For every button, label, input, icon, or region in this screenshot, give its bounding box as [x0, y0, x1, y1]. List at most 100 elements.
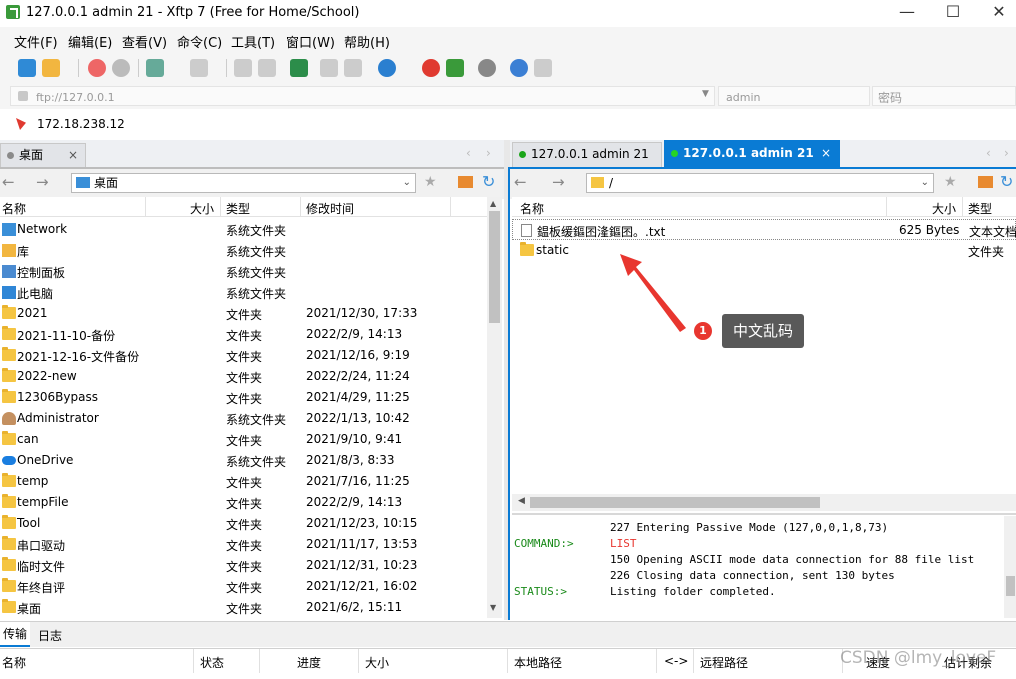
menu-tools[interactable]: 工具(T): [231, 32, 275, 51]
list-item[interactable]: 12306Bypass 文件夹 2021/4/29, 11:25: [0, 387, 486, 408]
host-input[interactable]: [10, 86, 715, 106]
right-hscrollbar[interactable]: ◀: [512, 494, 1016, 511]
properties-icon[interactable]: [146, 59, 164, 77]
maximize-button[interactable]: ☐: [930, 0, 976, 26]
menu-window[interactable]: 窗口(W): [286, 32, 335, 51]
left-path-input[interactable]: 桌面 ⌄: [71, 173, 416, 193]
tab-desktop[interactable]: 桌面 ×: [0, 143, 86, 168]
scroll-left-icon[interactable]: ◀: [518, 496, 525, 506]
list-item[interactable]: can 文件夹 2021/9/10, 9:41: [0, 429, 486, 450]
help-icon[interactable]: [510, 59, 528, 77]
list-item[interactable]: temp 文件夹 2021/7/16, 11:25: [0, 471, 486, 492]
list-item[interactable]: 2021-11-10-备份 文件夹 2022/2/9, 14:13: [0, 324, 486, 345]
col-name[interactable]: 名称: [520, 200, 544, 217]
star-icon[interactable]: ★: [944, 174, 957, 190]
tab-next-icon[interactable]: ›: [486, 146, 491, 160]
home-folder-icon[interactable]: [458, 176, 473, 188]
back-arrow-icon[interactable]: ←: [2, 173, 15, 191]
col-local-path[interactable]: 本地路径: [514, 654, 562, 671]
list-item[interactable]: 此电脑 系统文件夹: [0, 282, 486, 303]
tab-next-icon[interactable]: ›: [1004, 146, 1009, 160]
list-item[interactable]: Network 系统文件夹: [0, 219, 486, 240]
close-button[interactable]: ✕: [976, 0, 1016, 26]
list-item[interactable]: 桌面 文件夹 2021/6/2, 15:11: [0, 597, 486, 618]
list-item[interactable]: OneDrive 系统文件夹 2021/8/3, 8:33: [0, 450, 486, 471]
forward-arrow-icon[interactable]: →: [36, 173, 49, 191]
tab-remote-1[interactable]: 127.0.0.1 admin 21: [512, 142, 662, 167]
menu-help[interactable]: 帮助(H): [344, 32, 390, 51]
log-splitter[interactable]: [512, 513, 1016, 515]
log-scrollbar[interactable]: [1004, 516, 1016, 618]
list-item[interactable]: 控制面板 系统文件夹: [0, 261, 486, 282]
copy-icon[interactable]: [320, 59, 338, 77]
col-size[interactable]: 大小: [365, 654, 389, 671]
list-item[interactable]: static 文件夹: [512, 240, 1016, 261]
sync-icon[interactable]: [290, 59, 308, 77]
disconnect-icon[interactable]: [88, 59, 106, 77]
col-modified[interactable]: 修改时间: [306, 200, 354, 217]
col-type[interactable]: 类型: [226, 200, 250, 217]
scroll-thumb[interactable]: [1006, 576, 1015, 596]
chat-icon[interactable]: [534, 59, 552, 77]
list-item[interactable]: 年终自评 文件夹 2021/12/21, 16:02: [0, 576, 486, 597]
scroll-down-icon[interactable]: ▼: [490, 603, 496, 612]
paste-icon[interactable]: [344, 59, 362, 77]
gear-icon[interactable]: [478, 59, 496, 77]
view-icon[interactable]: [190, 59, 208, 77]
col-type[interactable]: 类型: [968, 200, 992, 217]
xshell-icon[interactable]: [446, 59, 464, 77]
close-tab-icon[interactable]: ×: [68, 144, 78, 167]
globe-icon[interactable]: [378, 59, 396, 77]
col-name[interactable]: 名称: [2, 200, 26, 217]
col-size[interactable]: 大小: [932, 200, 956, 217]
document-icon[interactable]: [258, 59, 276, 77]
open-folder-icon[interactable]: [42, 59, 60, 77]
col-size[interactable]: 大小: [190, 200, 214, 217]
refresh-icon[interactable]: ↻: [482, 172, 495, 191]
tab-prev-icon[interactable]: ‹: [466, 146, 471, 160]
scroll-thumb[interactable]: [489, 211, 500, 323]
tab-transfers[interactable]: 传输: [0, 622, 30, 647]
col-progress[interactable]: 进度: [297, 654, 321, 671]
link-icon[interactable]: [112, 59, 130, 77]
menu-command[interactable]: 命令(C): [177, 32, 222, 51]
col-remote-path[interactable]: 远程路径: [700, 654, 748, 671]
col-status[interactable]: 状态: [200, 654, 224, 671]
session-label[interactable]: 172.18.238.12: [37, 117, 125, 131]
scroll-thumb[interactable]: [530, 497, 820, 508]
list-item[interactable]: Administrator 系统文件夹 2022/1/13, 10:42: [0, 408, 486, 429]
list-item[interactable]: 串口驱动 文件夹 2021/11/17, 13:53: [0, 534, 486, 555]
forward-arrow-icon[interactable]: →: [552, 173, 565, 191]
new-session-icon[interactable]: [18, 59, 36, 77]
left-scrollbar[interactable]: ▲ ▼: [487, 197, 502, 618]
tab-remote-2[interactable]: 127.0.0.1 admin 21 ×: [664, 140, 840, 167]
document-icon[interactable]: [234, 59, 252, 77]
col-transfer-name[interactable]: 名称: [2, 654, 26, 671]
chevron-down-icon[interactable]: ⌄: [921, 174, 929, 192]
col-direction[interactable]: <->: [664, 654, 688, 668]
star-icon[interactable]: ★: [424, 174, 437, 190]
list-item[interactable]: 2021 文件夹 2021/12/30, 17:33: [0, 303, 486, 324]
netsarang-icon[interactable]: [422, 59, 440, 77]
refresh-icon[interactable]: ↻: [1000, 172, 1013, 191]
tab-log[interactable]: 日志: [38, 627, 62, 644]
right-path-input[interactable]: / ⌄: [586, 173, 934, 193]
back-arrow-icon[interactable]: ←: [514, 173, 527, 191]
scroll-up-icon[interactable]: ▲: [490, 199, 496, 208]
chevron-down-icon[interactable]: ▼: [702, 89, 709, 99]
menu-edit[interactable]: 编辑(E): [68, 32, 112, 51]
minimize-button[interactable]: —: [884, 0, 930, 26]
list-item[interactable]: tempFile 文件夹 2022/2/9, 14:13: [0, 492, 486, 513]
menu-view[interactable]: 查看(V): [122, 32, 167, 51]
tab-prev-icon[interactable]: ‹: [986, 146, 991, 160]
home-folder-icon[interactable]: [978, 176, 993, 188]
list-item[interactable]: 2022-new 文件夹 2022/2/24, 11:24: [0, 366, 486, 387]
list-item[interactable]: 2021-12-16-文件备份 文件夹 2021/12/16, 9:19: [0, 345, 486, 366]
list-item[interactable]: 鎾板缓鏂囨湰鏂囨。.txt 625 Bytes 文本文档: [512, 219, 1016, 240]
menu-file[interactable]: 文件(F): [14, 32, 58, 51]
chevron-down-icon[interactable]: ⌄: [403, 174, 411, 192]
list-item[interactable]: 临时文件 文件夹 2021/12/31, 10:23: [0, 555, 486, 576]
list-item[interactable]: 库 系统文件夹: [0, 240, 486, 261]
list-item[interactable]: Tool 文件夹 2021/12/23, 10:15: [0, 513, 486, 534]
close-tab-icon[interactable]: ×: [821, 141, 831, 166]
